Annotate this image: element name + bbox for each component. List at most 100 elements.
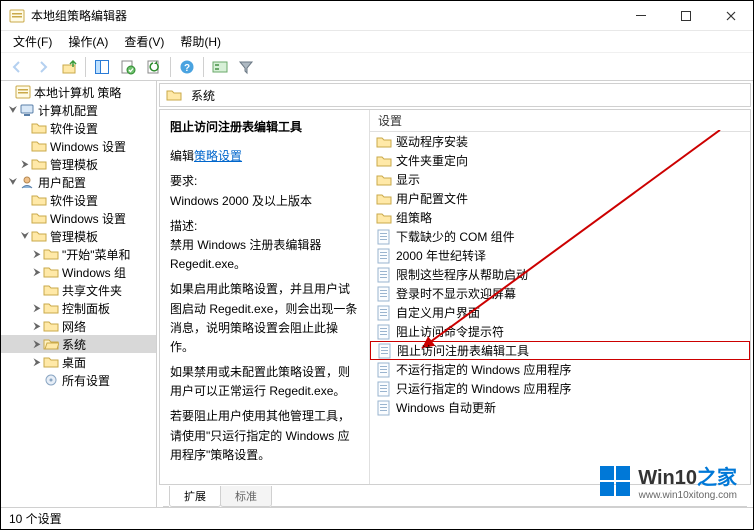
list-item[interactable]: 下载缺少的 COM 组件 <box>370 227 750 246</box>
list-item[interactable]: 限制这些程序从帮助启动 <box>370 265 750 284</box>
show-hide-button[interactable] <box>90 55 114 79</box>
tree-item[interactable]: ⮞网络 <box>1 317 156 335</box>
list-item-label: 不运行指定的 Windows 应用程序 <box>396 361 571 378</box>
list-item[interactable]: 只运行指定的 Windows 应用程序 <box>370 379 750 398</box>
expand-icon[interactable]: ⮞ <box>19 159 31 170</box>
setting-icon <box>376 286 392 302</box>
list-item-label: 显示 <box>396 171 420 188</box>
setting-icon <box>377 343 393 359</box>
minimize-button[interactable] <box>618 1 663 30</box>
menubar: 文件(F) 操作(A) 查看(V) 帮助(H) <box>1 31 753 53</box>
menu-help[interactable]: 帮助(H) <box>174 31 227 52</box>
settings-list[interactable]: 设置 驱动程序安装文件夹重定向显示用户配置文件组策略下载缺少的 COM 组件20… <box>370 110 750 484</box>
help-button[interactable]: ? <box>175 55 199 79</box>
folder-open-icon <box>43 336 59 352</box>
settings-icon <box>43 372 59 388</box>
tree-user-config[interactable]: ⮟ 用户配置 <box>1 173 156 191</box>
collapse-icon[interactable]: ⮟ <box>7 177 19 188</box>
list-item[interactable]: 用户配置文件 <box>370 189 750 208</box>
menu-view[interactable]: 查看(V) <box>118 31 170 52</box>
tab-standard[interactable]: 标准 <box>220 486 272 507</box>
folder-icon <box>376 134 392 150</box>
folder-icon <box>43 354 59 370</box>
folder-icon <box>43 246 59 262</box>
forward-button[interactable] <box>31 55 55 79</box>
list-item-highlighted[interactable]: 阻止访问注册表编辑工具 <box>370 341 750 360</box>
windows-logo-icon <box>598 464 632 498</box>
tree-computer-config[interactable]: ⮟ 计算机配置 <box>1 101 156 119</box>
tree-admin-templates[interactable]: ⮟管理模板 <box>1 227 156 245</box>
tree-item[interactable]: 共享文件夹 <box>1 281 156 299</box>
edit-policy-link[interactable]: 策略设置 <box>194 149 242 163</box>
filter-button[interactable] <box>234 55 258 79</box>
breadcrumb-label: 系统 <box>191 87 215 104</box>
tree-item[interactable]: 软件设置 <box>1 191 156 209</box>
app-icon <box>9 8 25 24</box>
folder-icon <box>43 264 59 280</box>
filter-options-button[interactable] <box>208 55 232 79</box>
list-item[interactable]: 阻止访问命令提示符 <box>370 322 750 341</box>
expand-icon[interactable]: ⮞ <box>31 339 43 350</box>
tree-item-system[interactable]: ⮞系统 <box>1 335 156 353</box>
titlebar: 本地组策略编辑器 <box>1 1 753 31</box>
properties-button[interactable] <box>116 55 140 79</box>
setting-icon <box>376 267 392 283</box>
list-item-label: 自定义用户界面 <box>396 304 480 321</box>
tree-panel[interactable]: 本地计算机 策略 ⮟ 计算机配置 软件设置 Windows 设置 ⮞管理模板 <box>1 81 157 507</box>
list-item[interactable]: 文件夹重定向 <box>370 151 750 170</box>
list-item[interactable]: 驱动程序安装 <box>370 132 750 151</box>
folder-icon <box>31 138 47 154</box>
user-icon <box>19 174 35 190</box>
tree-item[interactable]: Windows 设置 <box>1 209 156 227</box>
refresh-button[interactable] <box>142 55 166 79</box>
list-item[interactable]: 不运行指定的 Windows 应用程序 <box>370 360 750 379</box>
computer-icon <box>19 102 35 118</box>
list-item[interactable]: Windows 自动更新 <box>370 398 750 417</box>
folder-icon <box>43 300 59 316</box>
collapse-icon[interactable]: ⮟ <box>19 231 31 242</box>
list-item[interactable]: 显示 <box>370 170 750 189</box>
tree-root[interactable]: 本地计算机 策略 <box>1 83 156 101</box>
list-item[interactable]: 2000 年世纪转译 <box>370 246 750 265</box>
tree-item[interactable]: 所有设置 <box>1 371 156 389</box>
tree-item[interactable]: ⮞桌面 <box>1 353 156 371</box>
tree-item[interactable]: ⮞控制面板 <box>1 299 156 317</box>
menu-file[interactable]: 文件(F) <box>7 31 58 52</box>
tree-item[interactable]: ⮞管理模板 <box>1 155 156 173</box>
tree-item[interactable]: Windows 设置 <box>1 137 156 155</box>
tree-item[interactable]: ⮞Windows 组 <box>1 263 156 281</box>
back-button[interactable] <box>5 55 29 79</box>
tree-item[interactable]: ⮞"开始"菜单和 <box>1 245 156 263</box>
maximize-button[interactable] <box>663 1 708 30</box>
list-item-label: 文件夹重定向 <box>396 152 468 169</box>
menu-action[interactable]: 操作(A) <box>62 31 114 52</box>
list-item-label: 组策略 <box>396 209 432 226</box>
list-item[interactable]: 登录时不显示欢迎屏幕 <box>370 284 750 303</box>
close-button[interactable] <box>708 1 753 30</box>
up-button[interactable] <box>57 55 81 79</box>
folder-icon <box>31 192 47 208</box>
folder-icon <box>43 318 59 334</box>
expand-icon[interactable]: ⮞ <box>31 249 43 260</box>
setting-icon <box>376 381 392 397</box>
list-item-label: 2000 年世纪转译 <box>396 247 486 264</box>
list-item-label: 阻止访问命令提示符 <box>396 323 504 340</box>
list-item-label: 登录时不显示欢迎屏幕 <box>396 285 516 302</box>
list-item[interactable]: 自定义用户界面 <box>370 303 750 322</box>
expand-icon[interactable]: ⮞ <box>31 321 43 332</box>
list-item[interactable]: 组策略 <box>370 208 750 227</box>
list-item-label: 用户配置文件 <box>396 190 468 207</box>
collapse-icon[interactable]: ⮟ <box>7 105 19 116</box>
folder-icon <box>376 210 392 226</box>
breadcrumb: 系统 <box>159 83 751 107</box>
folder-icon <box>31 210 47 226</box>
policy-icon <box>15 84 31 100</box>
folder-icon <box>376 153 392 169</box>
expand-icon[interactable]: ⮞ <box>31 267 43 278</box>
tree-item[interactable]: 软件设置 <box>1 119 156 137</box>
folder-icon <box>31 228 47 244</box>
expand-icon[interactable]: ⮞ <box>31 357 43 368</box>
expand-icon[interactable]: ⮞ <box>31 303 43 314</box>
list-header[interactable]: 设置 <box>370 110 750 132</box>
tab-extended[interactable]: 扩展 <box>169 486 221 507</box>
